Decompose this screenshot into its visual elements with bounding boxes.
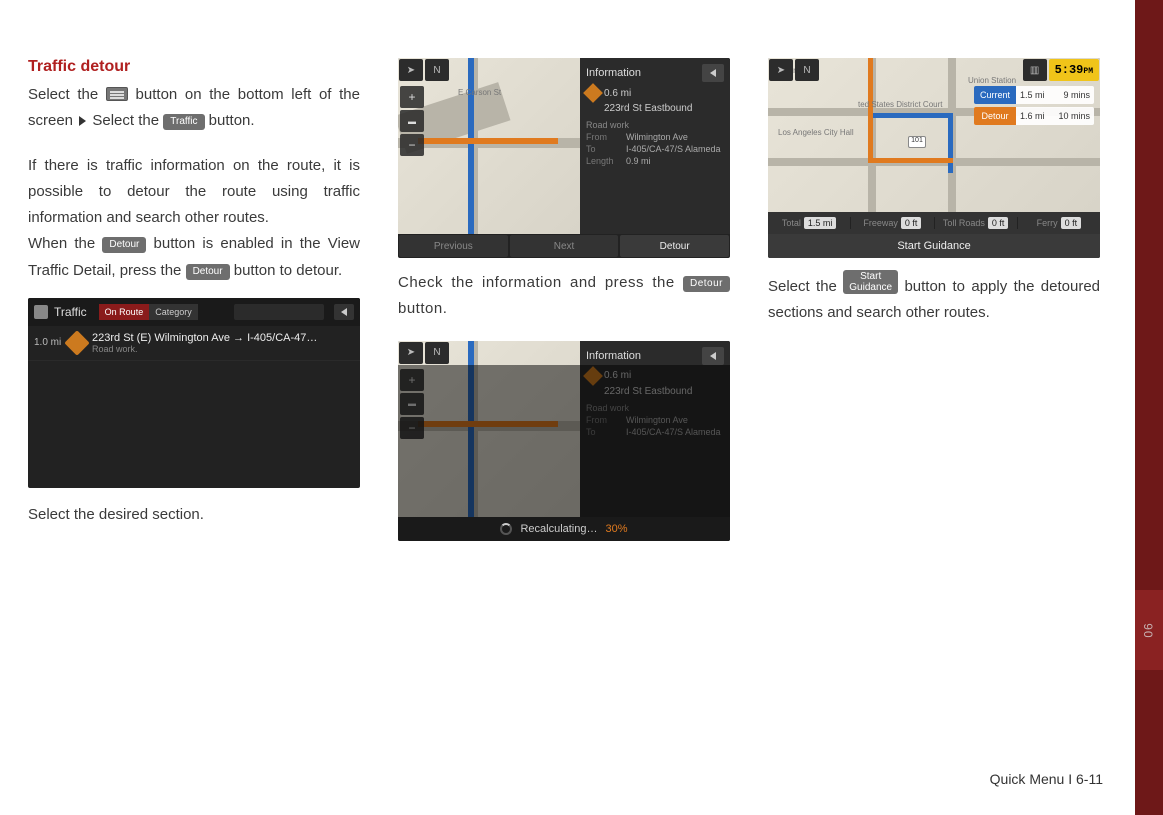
start-guidance-button[interactable]: Start Guidance: [768, 234, 1100, 258]
info-length: 0.9 mi: [626, 156, 651, 166]
traffic-title: Traffic: [54, 305, 87, 319]
zoom-controls: + ▬ −: [400, 86, 424, 158]
caption-1: Select the desired section.: [28, 502, 360, 528]
paragraph-3: When the Detour button is enabled in the…: [28, 231, 360, 284]
shield-icon: 101: [908, 136, 926, 148]
compass-button[interactable]: N: [795, 59, 819, 81]
triangle-right-icon: [79, 116, 86, 126]
traffic-search[interactable]: [234, 304, 324, 320]
nav-arrow-button[interactable]: ➤: [399, 342, 423, 364]
scale-button[interactable]: ▬: [400, 110, 424, 132]
traffic-row-distance: 1.0 mi: [34, 337, 62, 348]
compass-button[interactable]: N: [425, 342, 449, 364]
detour-button-ref-3: Detour: [683, 276, 730, 292]
caption-3: Select the StartGuidance button to apply…: [768, 270, 1100, 327]
tab-on-route[interactable]: On Route: [99, 304, 150, 320]
route-legend: Current 1.5 mi9 mins Detour 1.6 mi10 min…: [974, 86, 1094, 128]
column-1: Traffic detour Select the button on the …: [28, 58, 360, 553]
legend-current[interactable]: Current 1.5 mi9 mins: [974, 86, 1094, 104]
chapter-highlight: 06: [1135, 590, 1163, 670]
recalculating-bar: Recalculating… 30%: [398, 517, 730, 541]
traffic-row-subtitle: Road work.: [92, 344, 354, 354]
roadwork-sign-icon: [583, 83, 603, 103]
spinner-icon: [500, 523, 512, 535]
traffic-row-text: 223rd St (E) Wilmington Ave → I-405/CA-4…: [92, 332, 354, 354]
back-button[interactable]: [334, 304, 354, 320]
paragraph-2: If there is traffic information on the r…: [28, 153, 360, 232]
legend-current-tag: Current: [974, 86, 1016, 104]
back-arrow-icon: [341, 308, 347, 316]
next-button[interactable]: Next: [510, 235, 619, 257]
detour-button[interactable]: Detour: [620, 235, 729, 257]
traffic-tabs: On Route Category: [99, 304, 198, 320]
map-label: ted States District Court: [858, 100, 942, 109]
traffic-row[interactable]: 1.0 mi 223rd St (E) Wilmington Ave → I-4…: [28, 326, 360, 361]
detour-button-ref-2: Detour: [186, 264, 230, 280]
info-street: 223rd St Eastbound: [604, 103, 692, 114]
back-arrow-icon: [710, 69, 716, 77]
roadwork-sign-icon: [64, 330, 89, 355]
bottom-bar: Previous Next Detour: [398, 234, 730, 258]
traffic-header: Traffic On Route Category: [28, 298, 360, 326]
recalc-label: Recalculating…: [520, 523, 597, 535]
screenshot-traffic-list: Traffic On Route Category 1.0 mi 223rd S…: [28, 298, 360, 488]
info-section-title: Road work: [586, 120, 724, 130]
split-button[interactable]: ▥: [1023, 59, 1047, 81]
page-footer: Quick Menu I 6-11: [990, 771, 1103, 787]
traffic-row-title: 223rd St (E) Wilmington Ave → I-405/CA-4…: [92, 332, 354, 344]
page-content: Traffic detour Select the button on the …: [28, 58, 1108, 553]
nav-arrow-button[interactable]: ➤: [769, 59, 793, 81]
start-guidance-button-ref: StartGuidance: [843, 270, 898, 294]
section-heading: Traffic detour: [28, 58, 360, 76]
caption-2: Check the information and press the Deto…: [398, 270, 730, 323]
screenshot-recalculating: ➤ N ▥ 3:15PM + ▬ − Information 0.6 mi 22…: [398, 341, 730, 541]
map-street-label: E Carson St: [458, 88, 501, 97]
zoom-out-button[interactable]: −: [400, 134, 424, 156]
screenshot-info-detour: E Carson St ➤ N ▥ 3:15PM + ▬ − Informati…: [398, 58, 730, 258]
screenshot-start-guidance: rd Park Union Station ted States Distric…: [768, 58, 1100, 258]
column-3: rd Park Union Station ted States Distric…: [768, 58, 1100, 553]
nav-arrow-button[interactable]: ➤: [399, 59, 423, 81]
route-stats-bar: Total1.5 mi Freeway0 ft Toll Roads0 ft F…: [768, 212, 1100, 234]
info-panel: Information 0.6 mi 223rd St Eastbound Ro…: [580, 58, 730, 234]
info-distance: 0.6 mi: [604, 88, 631, 99]
map-toolbar: ➤ N ▥ 5:39PM: [768, 58, 1100, 82]
chapter-number: 06: [1142, 622, 1156, 637]
info-to: I-405/CA-47/S Alameda: [626, 144, 721, 154]
traffic-button-ref: Traffic: [163, 114, 204, 130]
dim-overlay: [398, 365, 730, 517]
map-label: Los Angeles City Hall: [778, 128, 854, 137]
compass-button[interactable]: N: [425, 59, 449, 81]
paragraph-1: Select the button on the bottom left of …: [28, 82, 360, 135]
panel-title: Information: [586, 67, 641, 79]
panel-back-button[interactable]: [702, 64, 724, 82]
column-2: E Carson St ➤ N ▥ 3:15PM + ▬ − Informati…: [398, 58, 730, 553]
zoom-in-button[interactable]: +: [400, 86, 424, 108]
tab-category[interactable]: Category: [149, 304, 198, 320]
detour-button-ref: Detour: [102, 237, 146, 253]
menu-list-icon: [106, 87, 128, 101]
legend-detour[interactable]: Detour 1.6 mi10 mins: [974, 107, 1094, 125]
clock-display: 5:39PM: [1049, 59, 1099, 81]
previous-button[interactable]: Previous: [399, 235, 508, 257]
side-chapter-tab: 06: [1135, 0, 1163, 815]
recalc-percent: 30%: [606, 523, 628, 535]
map-area[interactable]: E Carson St: [398, 58, 580, 234]
traffic-icon: [34, 305, 48, 319]
legend-detour-tag: Detour: [974, 107, 1016, 125]
info-from: Wilmington Ave: [626, 132, 688, 142]
